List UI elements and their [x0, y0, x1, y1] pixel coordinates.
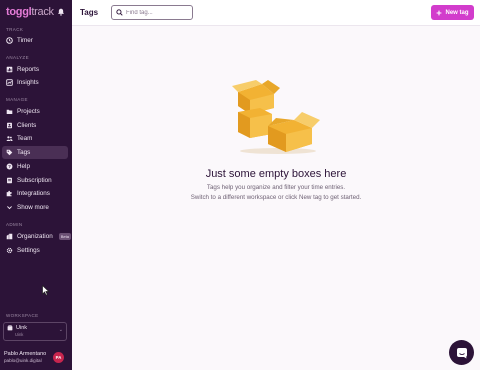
sidebar-item-label: Projects — [17, 108, 40, 115]
empty-state-line2: Switch to a different workspace or click… — [190, 193, 362, 201]
folder-icon — [6, 109, 13, 114]
sidebar-item-projects[interactable]: Projects — [2, 105, 68, 118]
workspace-switcher[interactable]: Uink Uink ⌄ — [3, 322, 67, 341]
tag-icon — [6, 149, 13, 156]
search-input[interactable] — [126, 9, 188, 16]
help-icon: ? — [6, 163, 13, 170]
chat-support-button[interactable] — [449, 340, 474, 365]
section-admin-label: ADMIN — [6, 222, 23, 227]
svg-text:?: ? — [8, 164, 11, 169]
sidebar-item-clients[interactable]: Clients — [2, 119, 68, 132]
empty-state-line1: Tags help you organize and filter your t… — [206, 184, 346, 191]
plus-icon — [437, 10, 442, 15]
page-title: Tags — [80, 8, 99, 17]
sidebar-item-label: Reports — [17, 66, 40, 73]
sidebar-item-insights[interactable]: Insights — [2, 76, 68, 89]
beta-badge: Beta — [58, 233, 71, 240]
user-name[interactable]: Pablo Armentano — [4, 351, 46, 357]
search-box[interactable] — [111, 5, 193, 20]
sidebar-item-timer[interactable]: Timer — [2, 34, 68, 47]
puzzle-icon — [6, 190, 12, 197]
sidebar-item-organization[interactable]: Organization Beta — [2, 230, 71, 243]
insights-icon — [6, 79, 13, 86]
reports-icon — [6, 66, 13, 73]
empty-state-description: Tags help you organize and filter your t… — [72, 183, 480, 202]
chevron-down-icon — [7, 206, 12, 210]
workspace-name: Uink — [16, 325, 28, 331]
sidebar-item-label: Organization — [17, 233, 53, 240]
search-icon — [116, 9, 123, 16]
mouse-cursor-icon — [42, 285, 50, 296]
gear-icon — [6, 247, 13, 254]
new-tag-label: New tag — [445, 9, 469, 16]
sidebar-item-label: Insights — [17, 79, 39, 86]
clock-icon — [6, 37, 13, 44]
team-icon — [6, 136, 13, 141]
organization-icon — [6, 233, 13, 240]
section-analyze-label: ANALYZE — [6, 55, 29, 60]
empty-state-title: Just some empty boxes here — [205, 168, 347, 180]
avatar[interactable]: PA — [53, 352, 64, 363]
workspace-subtitle: Uink — [15, 332, 24, 337]
toggl-logo[interactable]: toggltrack — [6, 6, 54, 18]
sidebar-item-reports[interactable]: Reports — [2, 63, 68, 76]
chevron-down-icon: ⌄ — [58, 327, 63, 333]
sidebar-item-label: Subscription — [17, 177, 52, 184]
clients-icon — [7, 122, 12, 129]
sidebar-item-subscription[interactable]: Subscription — [2, 174, 68, 187]
sidebar-item-help[interactable]: ? Help — [2, 160, 68, 173]
sidebar-item-integrations[interactable]: Integrations — [2, 187, 68, 200]
sidebar-item-label: Help — [17, 163, 30, 170]
sidebar-item-label: Settings — [17, 247, 40, 254]
top-bar: Tags New tag — [72, 0, 480, 26]
sidebar-item-label: Integrations — [17, 190, 50, 197]
sidebar-item-label: Clients — [17, 122, 37, 129]
bell-icon[interactable] — [57, 8, 65, 16]
sidebar-show-more[interactable]: Show more — [2, 201, 68, 214]
sidebar: toggltrack TRACK Timer ANALYZE Reports I… — [0, 0, 72, 370]
sidebar-item-label: Timer — [17, 37, 33, 44]
chat-icon — [456, 347, 467, 358]
new-tag-button[interactable]: New tag — [431, 5, 474, 20]
app-window: toggltrack TRACK Timer ANALYZE Reports I… — [0, 0, 480, 370]
section-workspace-label: WORKSPACE — [6, 313, 39, 318]
user-email: pablo@uink.digital — [4, 358, 42, 363]
section-track-label: TRACK — [6, 27, 24, 32]
empty-boxes-illustration — [232, 80, 320, 154]
section-manage-label: MANAGE — [6, 97, 28, 102]
sidebar-item-settings[interactable]: Settings — [2, 244, 68, 257]
sidebar-item-tags[interactable]: Tags — [2, 146, 68, 159]
subscription-icon — [7, 177, 12, 184]
sidebar-item-label: Tags — [17, 149, 31, 156]
workspace-icon — [7, 325, 13, 331]
sidebar-item-label: Team — [17, 135, 33, 142]
sidebar-item-team[interactable]: Team — [2, 132, 68, 145]
sidebar-item-label: Show more — [17, 204, 49, 211]
